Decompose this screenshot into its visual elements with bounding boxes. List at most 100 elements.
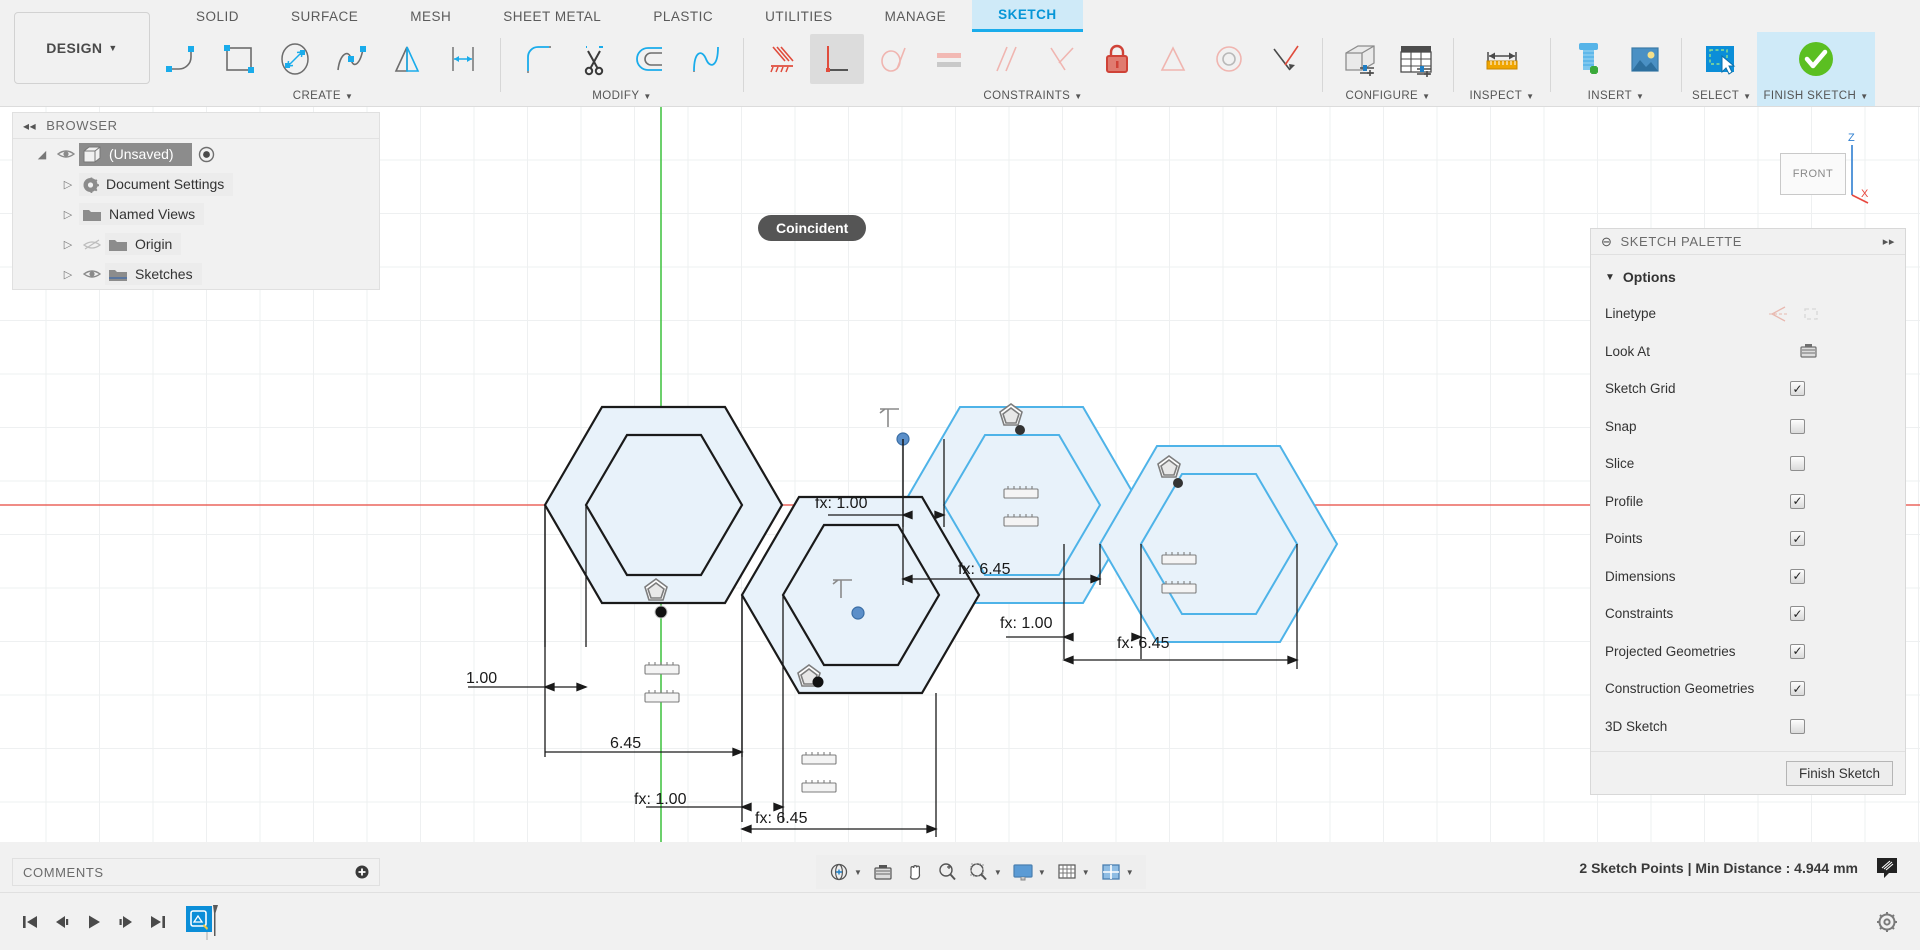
- minimize-icon[interactable]: ⊖: [1601, 234, 1613, 250]
- curvature-icon[interactable]: [679, 34, 733, 84]
- collinear-icon[interactable]: [1258, 34, 1312, 84]
- pan-icon[interactable]: [900, 857, 930, 887]
- offset-icon[interactable]: [623, 34, 677, 84]
- dimension-icon[interactable]: [436, 34, 490, 84]
- viewports-icon[interactable]: [1096, 857, 1126, 887]
- circle-icon[interactable]: [268, 34, 322, 84]
- fix-unfix-icon[interactable]: [1090, 34, 1144, 84]
- browser-item-sketches[interactable]: ▷ Sketches: [13, 259, 379, 289]
- activate-component-radio[interactable]: [198, 146, 215, 163]
- step-back-icon[interactable]: [46, 904, 78, 940]
- 3d-sketch-checkbox[interactable]: [1790, 718, 1805, 734]
- tab-solid[interactable]: SOLID: [170, 0, 265, 32]
- fit-icon[interactable]: [964, 857, 994, 887]
- tangent-icon[interactable]: [866, 34, 920, 84]
- browser-item-origin-label-wrap[interactable]: Origin: [105, 233, 182, 255]
- option-look-at[interactable]: Look At: [1591, 333, 1905, 371]
- option-projected-geometries[interactable]: Projected Geometries ✓: [1591, 633, 1905, 671]
- slice-checkbox[interactable]: [1790, 456, 1805, 472]
- comments-panel[interactable]: COMMENTS: [12, 858, 380, 886]
- option-constraints[interactable]: Constraints ✓: [1591, 595, 1905, 633]
- option-slice[interactable]: Slice: [1591, 445, 1905, 483]
- option-dimensions[interactable]: Dimensions ✓: [1591, 558, 1905, 596]
- ribbon-group-finish-sketch-label[interactable]: FINISH SKETCH ▼: [1763, 86, 1868, 106]
- dimension-label[interactable]: fx: 1.00: [815, 495, 867, 513]
- browser-item-unsaved-label-wrap[interactable]: (Unsaved): [79, 142, 192, 166]
- midpoint-icon[interactable]: [1146, 34, 1200, 84]
- add-comment-icon[interactable]: [355, 865, 369, 879]
- twisty-down-icon[interactable]: ◢: [31, 148, 53, 161]
- twisty-right-icon[interactable]: ▷: [57, 238, 79, 251]
- equal-icon[interactable]: [922, 34, 976, 84]
- dimensions-checkbox[interactable]: ✓: [1790, 568, 1805, 584]
- chevron-down-icon[interactable]: ▼: [1038, 868, 1046, 877]
- constraints-checkbox[interactable]: ✓: [1790, 606, 1805, 622]
- go-to-beginning-icon[interactable]: [14, 904, 46, 940]
- chevron-down-icon[interactable]: ▼: [1126, 868, 1134, 877]
- perpendicular-icon[interactable]: [1034, 34, 1088, 84]
- tab-sheet-metal[interactable]: SHEET METAL: [477, 0, 627, 32]
- tab-mesh[interactable]: MESH: [384, 0, 477, 32]
- option-snap[interactable]: Snap: [1591, 408, 1905, 446]
- design-workspace-button[interactable]: DESIGN ▼: [14, 12, 150, 84]
- eye-visible-icon[interactable]: [79, 268, 105, 280]
- parallel-icon[interactable]: [978, 34, 1032, 84]
- horizontal-vertical-icon[interactable]: [754, 34, 808, 84]
- chevron-down-icon[interactable]: ▼: [854, 868, 862, 877]
- finish-sketch-check-icon[interactable]: [1778, 34, 1854, 84]
- zoom-icon[interactable]: [932, 857, 962, 887]
- grid-snaps-icon[interactable]: [1052, 857, 1082, 887]
- option-profile[interactable]: Profile ✓: [1591, 483, 1905, 521]
- tab-manage[interactable]: MANAGE: [859, 0, 973, 32]
- tab-surface[interactable]: SURFACE: [265, 0, 384, 32]
- eye-visible-icon[interactable]: [53, 148, 79, 160]
- snap-checkbox[interactable]: [1790, 418, 1805, 434]
- browser-item-origin[interactable]: ▷ Origin: [13, 229, 379, 259]
- option-3d-sketch[interactable]: 3D Sketch: [1591, 708, 1905, 746]
- coincident-icon[interactable]: [810, 34, 864, 84]
- twisty-right-icon[interactable]: ▷: [57, 178, 79, 191]
- look-at-icon[interactable]: [868, 857, 898, 887]
- ribbon-group-select-label[interactable]: SELECT ▼: [1692, 86, 1751, 106]
- trim-icon[interactable]: [567, 34, 621, 84]
- options-section-header[interactable]: ▼ Options: [1591, 263, 1905, 295]
- go-to-end-icon[interactable]: [142, 904, 174, 940]
- option-linetype[interactable]: Linetype: [1591, 295, 1905, 333]
- twisty-right-icon[interactable]: ▷: [57, 268, 79, 281]
- projected-geometries-checkbox[interactable]: ✓: [1790, 643, 1805, 659]
- dimension-label[interactable]: fx: 6.45: [755, 810, 807, 828]
- option-sketch-grid[interactable]: Sketch Grid ✓: [1591, 370, 1905, 408]
- dimension-label[interactable]: 6.45: [610, 735, 641, 753]
- profile-checkbox[interactable]: ✓: [1790, 493, 1805, 509]
- collapse-left-icon[interactable]: ◂◂: [23, 119, 36, 133]
- browser-item-document-settings[interactable]: ▷ Document Settings: [13, 169, 379, 199]
- dimension-label[interactable]: fx: 6.45: [958, 561, 1010, 579]
- eye-hidden-icon[interactable]: [79, 238, 105, 251]
- view-cube[interactable]: FRONT Z X: [1762, 125, 1872, 215]
- step-forward-icon[interactable]: [110, 904, 142, 940]
- twisty-right-icon[interactable]: ▷: [57, 208, 79, 221]
- browser-item-named-views[interactable]: ▷ Named Views: [13, 199, 379, 229]
- twisty-down-icon[interactable]: ▼: [1605, 272, 1615, 283]
- option-construction-geometries[interactable]: Construction Geometries ✓: [1591, 670, 1905, 708]
- browser-item-named-views-label-wrap[interactable]: Named Views: [79, 203, 205, 225]
- spline-icon[interactable]: [324, 34, 378, 84]
- dimension-label[interactable]: fx: 6.45: [1117, 635, 1169, 653]
- ribbon-group-insert-label[interactable]: INSERT ▼: [1561, 86, 1671, 106]
- concentric-icon[interactable]: [1202, 34, 1256, 84]
- arc-icon[interactable]: [156, 34, 210, 84]
- ribbon-group-finish-sketch[interactable]: FINISH SKETCH ▼: [1757, 32, 1875, 106]
- rectangle-icon[interactable]: [212, 34, 266, 84]
- browser-item-sketches-label-wrap[interactable]: Sketches: [105, 263, 202, 285]
- mirror-icon[interactable]: [380, 34, 434, 84]
- browser-item-document-settings-label-wrap[interactable]: Document Settings: [79, 172, 234, 196]
- tab-sketch[interactable]: SKETCH: [972, 0, 1083, 32]
- fillet-icon[interactable]: [511, 34, 565, 84]
- expand-right-icon[interactable]: ▸▸: [1883, 235, 1895, 248]
- sketch-timeline-feature-icon[interactable]: [184, 902, 230, 942]
- dimension-label[interactable]: fx: 1.00: [634, 791, 686, 809]
- tab-utilities[interactable]: UTILITIES: [739, 0, 859, 32]
- chevron-down-icon[interactable]: ▼: [994, 868, 1002, 877]
- measure-icon[interactable]: [1464, 34, 1540, 84]
- chevron-down-icon[interactable]: ▼: [1082, 868, 1090, 877]
